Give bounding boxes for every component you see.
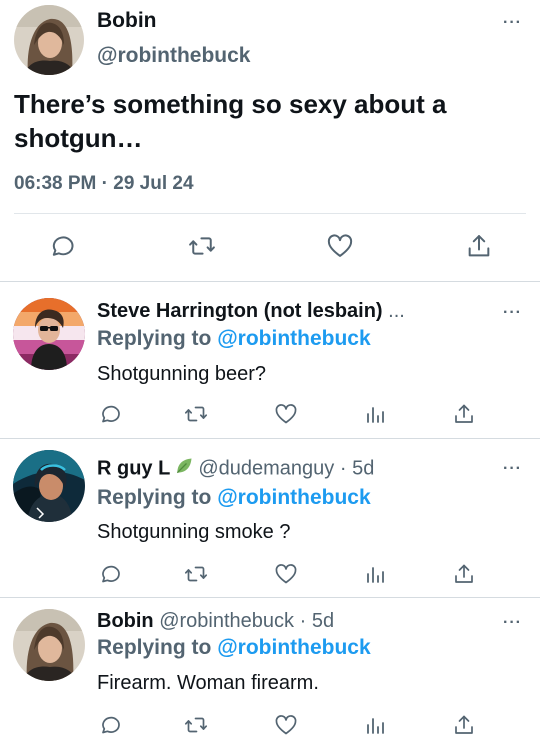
tweet-text: There’s something so sexy about a shotgu… [14, 89, 447, 153]
retweet-icon[interactable] [181, 710, 211, 740]
share-icon[interactable] [464, 231, 494, 261]
replying-to-mention[interactable]: @robinthebuck [217, 636, 370, 659]
reply-age: · 5d [339, 457, 375, 480]
reply-icon[interactable] [95, 710, 125, 740]
reply-tweet[interactable]: R guy L @dudemanguy · 5d ··· Replying to … [0, 439, 540, 597]
replying-to: Replying to @robinthebuck [97, 486, 371, 510]
author-handle[interactable]: @dudemanguy [198, 457, 334, 479]
reply-tweet[interactable]: Bobin @robinthebuck · 5d ··· Replying to… [0, 598, 540, 746]
author-name-truncation: ... [388, 300, 405, 322]
retweet-icon[interactable] [187, 231, 217, 261]
reply-actions [0, 559, 540, 589]
reply-actions [0, 710, 540, 740]
share-icon[interactable] [449, 710, 479, 740]
tweet-actions [0, 231, 540, 261]
retweet-icon[interactable] [181, 399, 211, 429]
leaf-icon [174, 456, 194, 482]
views-icon[interactable] [360, 710, 390, 740]
views-icon[interactable] [360, 399, 390, 429]
more-options-icon[interactable]: ··· [503, 14, 522, 32]
replying-to-label: Replying to [97, 486, 212, 509]
author-name[interactable]: Bobin [97, 610, 154, 632]
replying-to-mention[interactable]: @robinthebuck [217, 327, 370, 350]
share-icon[interactable] [449, 559, 479, 589]
reply-age: · 5d [299, 610, 335, 632]
reply-text: Shotgunning smoke ? [97, 521, 291, 543]
reply-header: Steve Harrington (not lesbain) ... [97, 300, 405, 323]
avatar[interactable] [13, 609, 85, 681]
reply-icon[interactable] [95, 559, 125, 589]
replying-to: Replying to @robinthebuck [97, 327, 371, 351]
main-tweet: Bobin @robinthebuck ··· There’s somethin… [0, 0, 540, 281]
like-icon[interactable] [325, 231, 355, 261]
avatar[interactable] [14, 5, 84, 75]
avatar[interactable] [13, 298, 85, 370]
share-icon[interactable] [449, 399, 479, 429]
like-icon[interactable] [271, 559, 301, 589]
author-handle[interactable]: @robinthebuck [97, 44, 250, 68]
reply-header: Bobin @robinthebuck · 5d [97, 610, 334, 633]
more-options-icon[interactable]: ··· [503, 614, 522, 632]
reply-tweet[interactable]: Steve Harrington (not lesbain) ... ··· R… [0, 282, 540, 438]
author-name[interactable]: Bobin [97, 9, 156, 33]
author-handle[interactable]: @robinthebuck [159, 610, 294, 632]
replying-to: Replying to @robinthebuck [97, 636, 371, 660]
divider [14, 213, 526, 214]
more-options-icon[interactable]: ··· [503, 304, 522, 322]
reply-header: R guy L @dudemanguy · 5d [97, 456, 374, 482]
like-icon[interactable] [271, 399, 301, 429]
reply-actions [0, 399, 540, 429]
reply-text: Firearm. Woman firearm. [97, 672, 319, 694]
replying-to-label: Replying to [97, 636, 212, 659]
replying-to-label: Replying to [97, 327, 212, 350]
replying-to-mention[interactable]: @robinthebuck [217, 486, 370, 509]
retweet-icon[interactable] [181, 559, 211, 589]
reply-icon[interactable] [47, 231, 77, 261]
like-icon[interactable] [271, 710, 301, 740]
avatar[interactable] [13, 450, 85, 522]
author-name[interactable]: R guy L [97, 457, 170, 479]
tweet-timestamp[interactable]: 06:38 PM · 29 Jul 24 [14, 173, 194, 195]
author-name[interactable]: Steve Harrington (not lesbain) [97, 300, 383, 322]
reply-icon[interactable] [95, 399, 125, 429]
views-icon[interactable] [360, 559, 390, 589]
reply-text: Shotgunning beer? [97, 363, 267, 385]
more-options-icon[interactable]: ··· [503, 460, 522, 478]
